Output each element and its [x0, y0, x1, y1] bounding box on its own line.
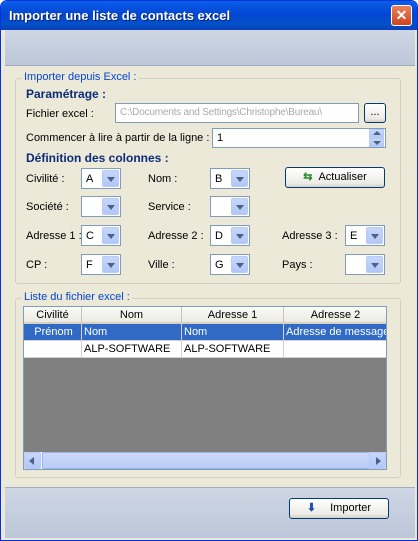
down-arrow-icon: ⬇ — [306, 502, 317, 514]
adresse3-value: E — [350, 230, 358, 242]
start-line-value: 1 — [217, 132, 224, 144]
browse-button[interactable]: ... — [364, 103, 386, 123]
import-group-legend: Importer depuis Excel : — [22, 71, 139, 83]
file-path-input[interactable]: C:\Documents and Settings\Christophe\Bur… — [115, 103, 359, 123]
spin-down-icon[interactable] — [369, 138, 384, 147]
cp-value: F — [86, 259, 93, 271]
footer-bar: ⬇ Importer — [5, 487, 415, 538]
file-label: Fichier excel : — [26, 108, 94, 120]
start-line-label: Commencer à lire à partir de la ligne : — [26, 132, 210, 144]
chevron-down-icon[interactable] — [102, 256, 119, 273]
param-title: Paramétrage : — [26, 87, 107, 101]
nom-label: Nom : — [148, 173, 178, 185]
table-cell[interactable]: Nom — [82, 324, 182, 341]
ville-value: G — [215, 259, 224, 271]
import-dialog: Importer une liste de contacts excel ✕ I… — [0, 0, 418, 541]
chevron-down-icon[interactable] — [102, 227, 119, 244]
window-title: Importer une liste de contacts excel — [9, 8, 231, 23]
excel-grid[interactable]: Civilité Nom Adresse 1 Adresse 2 Prénom … — [23, 306, 387, 470]
pays-label: Pays : — [282, 259, 313, 271]
refresh-icon: ⇆ — [303, 171, 313, 183]
adresse1-value: C — [86, 230, 94, 242]
table-cell[interactable]: Nom — [182, 324, 284, 341]
civilite-select[interactable]: A — [81, 168, 121, 189]
chevron-down-icon[interactable] — [231, 227, 248, 244]
table-cell[interactable] — [24, 341, 82, 358]
adresse1-label: Adresse 1 : — [26, 230, 82, 242]
chevron-down-icon[interactable] — [366, 256, 383, 273]
column-header[interactable]: Civilité — [24, 307, 82, 324]
ville-label: Ville : — [148, 259, 175, 271]
chevron-down-icon[interactable] — [102, 170, 119, 187]
civilite-value: A — [86, 173, 94, 185]
column-header[interactable]: Adresse 1 — [182, 307, 284, 324]
cp-select[interactable]: F — [81, 254, 121, 275]
column-header[interactable]: Adresse 2 — [284, 307, 386, 324]
ville-select[interactable]: G — [210, 254, 250, 275]
table-cell[interactable] — [284, 341, 386, 358]
societe-label: Société : — [26, 201, 69, 213]
scroll-thumb[interactable] — [42, 452, 370, 469]
start-line-spinner[interactable]: 1 — [212, 128, 386, 148]
chevron-down-icon[interactable] — [102, 198, 119, 215]
import-label: Importer — [330, 502, 372, 514]
horizontal-scrollbar[interactable] — [24, 452, 386, 469]
service-select[interactable] — [210, 196, 250, 217]
close-button[interactable]: ✕ — [391, 5, 412, 26]
adresse2-value: D — [215, 230, 223, 242]
table-cell[interactable]: ALP-SOFTWARE — [82, 341, 182, 358]
import-button[interactable]: ⬇ Importer — [289, 498, 389, 519]
chevron-down-icon[interactable] — [231, 256, 248, 273]
title-bar[interactable]: Importer une liste de contacts excel ✕ — [1, 1, 417, 30]
scroll-left-icon[interactable] — [24, 452, 41, 469]
nom-value: B — [215, 173, 223, 185]
nom-select[interactable]: B — [210, 168, 250, 189]
cp-label: CP : — [26, 259, 48, 271]
chevron-down-icon[interactable] — [231, 198, 248, 215]
adresse1-select[interactable]: C — [81, 225, 121, 246]
adresse2-select[interactable]: D — [210, 225, 250, 246]
list-group-legend: Liste du fichier excel : — [22, 291, 132, 303]
chevron-down-icon[interactable] — [366, 227, 383, 244]
table-cell[interactable]: Prénom — [24, 324, 82, 341]
column-header[interactable]: Nom — [82, 307, 182, 324]
refresh-button[interactable]: ⇆ Actualiser — [285, 167, 385, 188]
table-cell[interactable]: Adresse de message — [284, 324, 386, 341]
pays-select[interactable] — [345, 254, 385, 275]
chevron-down-icon[interactable] — [231, 170, 248, 187]
service-label: Service : — [148, 201, 191, 213]
scroll-right-icon[interactable] — [369, 452, 386, 469]
adresse3-select[interactable]: E — [345, 225, 385, 246]
table-cell[interactable]: ALP-SOFTWARE — [182, 341, 284, 358]
societe-select[interactable] — [81, 196, 121, 217]
adresse2-label: Adresse 2 : — [148, 230, 204, 242]
spin-up-icon[interactable] — [369, 129, 384, 138]
columns-title: Définition des colonnes : — [26, 151, 169, 165]
adresse3-label: Adresse 3 : — [282, 230, 338, 242]
refresh-label: Actualiser — [318, 171, 367, 183]
civilite-label: Civilité : — [26, 173, 65, 185]
header-banner — [5, 30, 415, 66]
